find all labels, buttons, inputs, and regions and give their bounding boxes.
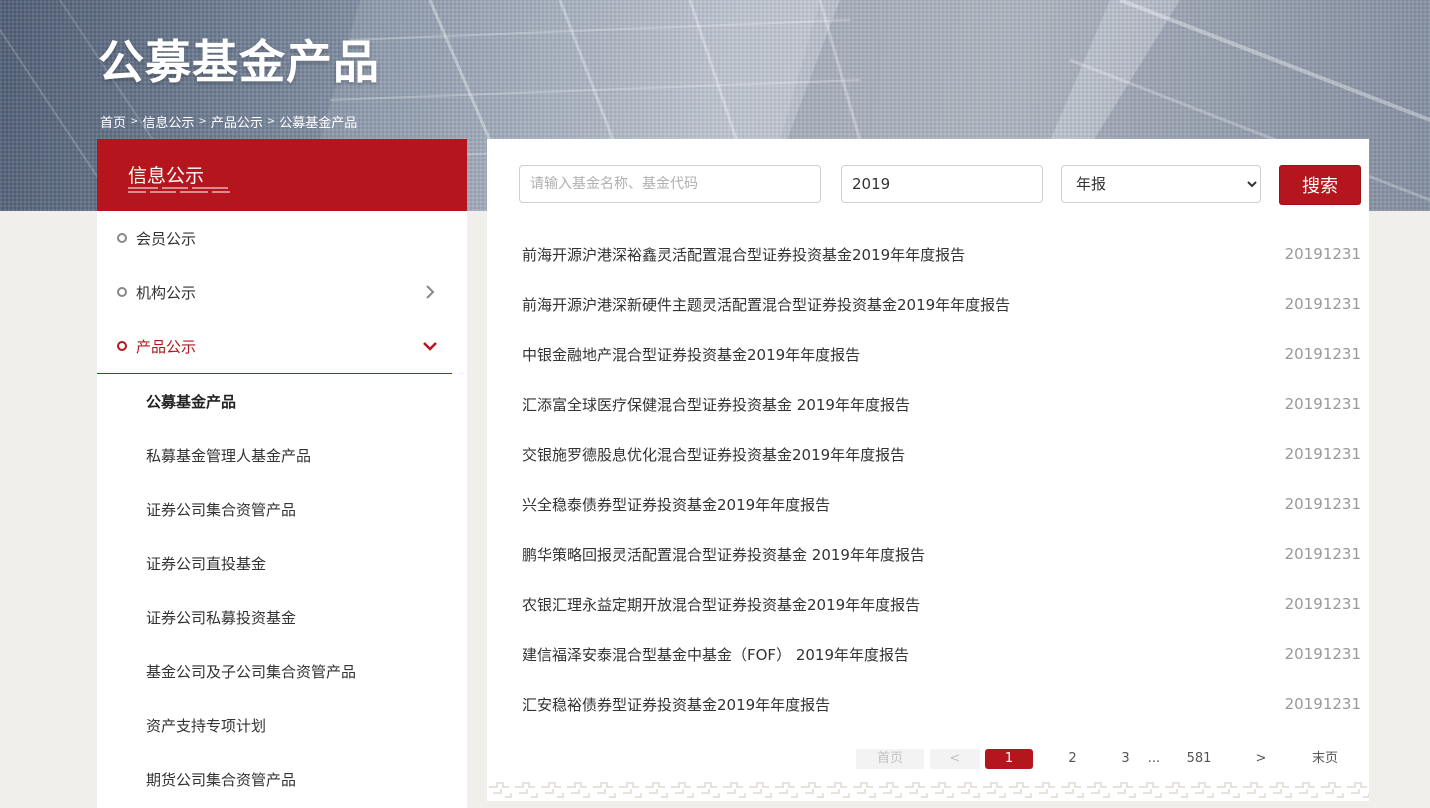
page-title: 公募基金产品 — [98, 35, 380, 89]
report-date: 20191231 — [1284, 595, 1361, 613]
report-type-select[interactable]: 年报 — [1061, 165, 1261, 203]
report-date: 20191231 — [1284, 245, 1361, 263]
report-list-item[interactable]: 农银汇理永益定期开放混合型证券投资基金2019年年度报告 20191231 — [522, 579, 1361, 629]
breadcrumb-separator: > — [130, 116, 139, 127]
bottom-pattern-decoration — [487, 779, 1369, 801]
submenu-securities-direct-investment[interactable]: 证券公司直投基金 — [97, 536, 467, 590]
report-title-link[interactable]: 建信福泽安泰混合型基金中基金（FOF） 2019年年度报告 — [522, 644, 909, 665]
submenu-securities-private-investment[interactable]: 证券公司私募投资基金 — [97, 590, 467, 644]
report-title-link[interactable]: 汇安稳裕债券型证券投资基金2019年年度报告 — [522, 694, 830, 715]
bullet-icon — [117, 287, 127, 297]
first-page-button[interactable]: 首页 — [856, 749, 924, 769]
report-title-link[interactable]: 中银金融地产混合型证券投资基金2019年年度报告 — [522, 344, 860, 365]
page-last-number-button[interactable]: 581 — [1169, 749, 1229, 769]
submenu-securities-collective-am[interactable]: 证券公司集合资管产品 — [97, 482, 467, 536]
report-list-item[interactable]: 前海开源沪港深新硬件主题灵活配置混合型证券投资基金2019年年度报告 201912… — [522, 279, 1361, 329]
fund-search-input[interactable] — [519, 165, 821, 203]
report-date: 20191231 — [1284, 495, 1361, 513]
submenu-private-fund-manager-products[interactable]: 私募基金管理人基金产品 — [97, 428, 467, 482]
page-1-button[interactable]: 1 — [985, 749, 1033, 769]
report-list-item[interactable]: 鹏华策略回报灵活配置混合型证券投资基金 2019年年度报告 20191231 — [522, 529, 1361, 579]
page-2-button[interactable]: 2 — [1033, 749, 1112, 769]
submenu-public-fund-products[interactable]: 公募基金产品 — [97, 374, 467, 428]
report-date: 20191231 — [1284, 395, 1361, 413]
last-page-button[interactable]: 末页 — [1293, 749, 1357, 769]
report-title-link[interactable]: 鹏华策略回报灵活配置混合型证券投资基金 2019年年度报告 — [522, 544, 925, 565]
report-title-link[interactable]: 农银汇理永益定期开放混合型证券投资基金2019年年度报告 — [522, 594, 920, 615]
sidebar-item-member-disclosure[interactable]: 会员公示 — [97, 211, 452, 265]
sidebar-submenu: 公募基金产品 私募基金管理人基金产品 证券公司集合资管产品 证券公司直投基金 证… — [97, 374, 467, 806]
page-3-button[interactable]: 3 — [1112, 749, 1139, 769]
sidebar-item-label: 机构公示 — [136, 283, 197, 302]
submenu-asset-backed-plans[interactable]: 资产支持专项计划 — [97, 698, 467, 752]
report-list: 前海开源沪港深裕鑫灵活配置混合型证券投资基金2019年年度报告 20191231 前… — [522, 229, 1361, 729]
sidebar-item-label: 会员公示 — [136, 229, 197, 248]
sidebar-title: 信息公示 — [128, 165, 205, 187]
sidebar-item-institution-disclosure[interactable]: 机构公示 — [97, 265, 452, 319]
report-date: 20191231 — [1284, 645, 1361, 663]
report-date: 20191231 — [1284, 695, 1361, 713]
sidebar-item-label: 产品公示 — [136, 337, 197, 356]
breadcrumb-info-disclosure[interactable]: 信息公示 — [142, 112, 194, 131]
report-list-item[interactable]: 交银施罗德股息优化混合型证券投资基金2019年年度报告 20191231 — [522, 429, 1361, 479]
sidebar: 信息公示 会员公示 机构公示 产品公示 公募基金产品 私募基金管理人基金产品 证… — [97, 139, 467, 808]
pagination: 首页 < 1 2 3 ... 581 > 末页 — [856, 749, 1357, 769]
search-button[interactable]: 搜索 — [1279, 165, 1361, 205]
report-list-item[interactable]: 前海开源沪港深裕鑫灵活配置混合型证券投资基金2019年年度报告 20191231 — [522, 229, 1361, 279]
breadcrumb-current: 公募基金产品 — [279, 116, 358, 131]
sidebar-item-product-disclosure[interactable]: 产品公示 — [97, 319, 452, 374]
report-list-item[interactable]: 建信福泽安泰混合型基金中基金（FOF） 2019年年度报告 20191231 — [522, 629, 1361, 679]
title-underline-decoration — [128, 187, 230, 193]
next-page-button[interactable]: > — [1229, 749, 1293, 769]
breadcrumb-separator: > — [266, 116, 276, 127]
report-title-link[interactable]: 前海开源沪港深裕鑫灵活配置混合型证券投资基金2019年年度报告 — [522, 244, 965, 265]
pagination-ellipsis: ... — [1147, 751, 1161, 766]
report-list-item[interactable]: 汇添富全球医疗保健混合型证券投资基金 2019年年度报告 20191231 — [522, 379, 1361, 429]
year-input[interactable] — [841, 165, 1043, 203]
breadcrumb-separator: > — [198, 116, 207, 127]
breadcrumb-home[interactable]: 首页 — [100, 112, 126, 131]
prev-page-button[interactable]: < — [930, 749, 980, 769]
report-list-item[interactable]: 兴全稳泰债券型证券投资基金2019年年度报告 20191231 — [522, 479, 1361, 529]
report-list-item[interactable]: 汇安稳裕债券型证券投资基金2019年年度报告 20191231 — [522, 679, 1361, 729]
sidebar-menu: 会员公示 机构公示 产品公示 — [97, 211, 467, 374]
main-panel: 年报 搜索 前海开源沪港深裕鑫灵活配置混合型证券投资基金2019年年度报告 201… — [487, 139, 1369, 801]
breadcrumb: 首页 > 信息公示 > 产品公示 > 公募基金产品 — [100, 112, 357, 131]
report-title-link[interactable]: 前海开源沪港深新硬件主题灵活配置混合型证券投资基金2019年年度报告 — [522, 294, 1010, 315]
report-date: 20191231 — [1284, 345, 1361, 363]
bullet-icon — [117, 233, 127, 243]
report-title-link[interactable]: 兴全稳泰债券型证券投资基金2019年年度报告 — [522, 494, 830, 515]
report-date: 20191231 — [1284, 295, 1361, 313]
breadcrumb-product-disclosure[interactable]: 产品公示 — [211, 112, 263, 131]
bullet-icon — [117, 341, 127, 351]
report-list-item[interactable]: 中银金融地产混合型证券投资基金2019年年度报告 20191231 — [522, 329, 1361, 379]
chevron-down-icon — [423, 342, 437, 351]
report-title-link[interactable]: 汇添富全球医疗保健混合型证券投资基金 2019年年度报告 — [522, 394, 910, 415]
report-title-link[interactable]: 交银施罗德股息优化混合型证券投资基金2019年年度报告 — [522, 444, 905, 465]
report-date: 20191231 — [1284, 445, 1361, 463]
sidebar-header: 信息公示 — [97, 139, 467, 211]
chevron-right-icon — [426, 285, 435, 299]
submenu-futures-collective-am[interactable]: 期货公司集合资管产品 — [97, 752, 467, 806]
submenu-fund-company-collective-am[interactable]: 基金公司及子公司集合资管产品 — [97, 644, 467, 698]
report-date: 20191231 — [1284, 545, 1361, 563]
